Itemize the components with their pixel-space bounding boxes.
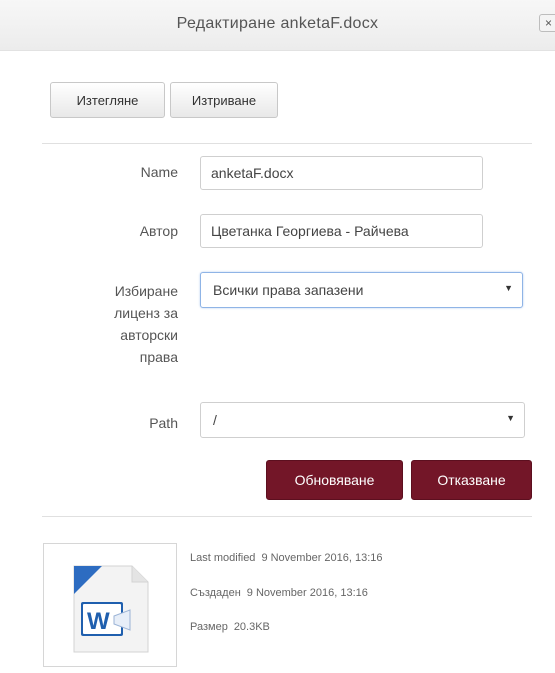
last-modified-value: 9 November 2016, 13:16 — [261, 552, 383, 564]
close-button[interactable]: × — [539, 14, 555, 32]
size-row: Размер 20.3KB — [190, 621, 270, 633]
last-modified-label: Last modified — [190, 552, 256, 564]
path-select[interactable]: / ▼ — [200, 402, 525, 438]
word-document-icon: W — [73, 565, 149, 653]
name-label: Name — [140, 164, 178, 180]
license-label-line: лиценз за — [114, 305, 178, 321]
created-row: Създаден 9 November 2016, 13:16 — [190, 587, 368, 599]
dropdown-arrow-icon: ▼ — [506, 413, 515, 423]
cancel-button[interactable]: Отказване — [411, 460, 532, 500]
license-label-line: права — [139, 349, 178, 365]
license-label: Избиране лиценз за авторски права — [114, 280, 178, 368]
svg-text:W: W — [87, 608, 110, 635]
created-label: Създаден — [190, 587, 241, 599]
size-label: Размер — [190, 621, 228, 633]
size-value: 20.3KB — [233, 621, 270, 633]
divider — [42, 516, 532, 517]
dialog-title: Редактиране anketaF.docx — [176, 15, 379, 32]
path-select-value: / — [213, 412, 217, 428]
divider — [42, 143, 532, 144]
dialog-titlebar: Редактиране anketaF.docx × — [0, 0, 555, 51]
created-value: 9 November 2016, 13:16 — [246, 587, 368, 599]
download-button[interactable]: Изтегляне — [50, 82, 165, 118]
author-input-value: Цветанка Георгиева - Райчева — [211, 223, 409, 239]
last-modified-row: Last modified 9 November 2016, 13:16 — [190, 552, 383, 564]
delete-button[interactable]: Изтриване — [170, 82, 278, 118]
name-input-value: anketaF.docx — [211, 165, 294, 181]
path-label: Path — [149, 415, 178, 431]
author-input[interactable]: Цветанка Георгиева - Райчева — [200, 214, 483, 248]
name-input[interactable]: anketaF.docx — [200, 156, 483, 190]
file-thumbnail: W — [43, 543, 177, 667]
license-label-line: авторски — [120, 327, 178, 343]
license-select[interactable]: Всички права запазени ▼ — [200, 272, 523, 308]
update-button[interactable]: Обновяване — [266, 460, 403, 500]
dropdown-arrow-icon: ▼ — [504, 283, 513, 293]
license-label-line: Избиране — [114, 283, 178, 299]
author-label: Автор — [139, 223, 178, 239]
license-select-value: Всички права запазени — [213, 282, 364, 298]
close-icon: × — [545, 16, 553, 30]
